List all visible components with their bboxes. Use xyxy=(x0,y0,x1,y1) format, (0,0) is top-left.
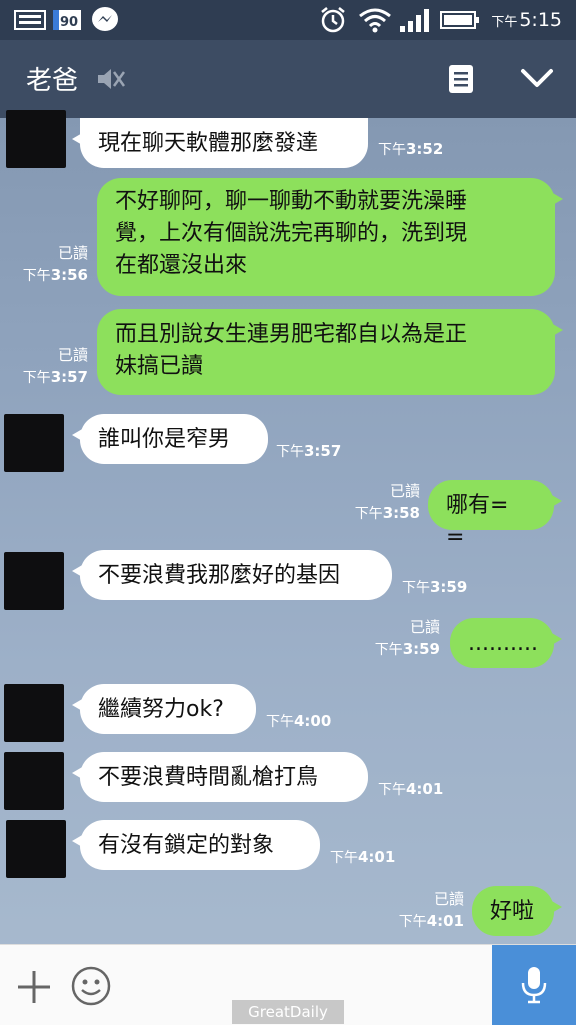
message-line: 在都還沒出來 xyxy=(115,253,248,278)
plus-icon[interactable] xyxy=(16,969,52,1009)
message-meta: 已讀 下午3:57 xyxy=(14,344,88,389)
message-meta: 下午3:52 xyxy=(378,140,444,158)
messenger-icon xyxy=(90,6,120,38)
incoming-message[interactable]: 不要浪費時間亂槍打鳥 xyxy=(72,752,368,802)
message-meta: 已讀 下午3:59 xyxy=(360,616,440,661)
message-meta: 已讀 下午3:58 xyxy=(340,480,420,525)
message-meta: 下午3:59 xyxy=(402,578,468,596)
message-text: 有沒有鎖定的對象 xyxy=(98,833,275,858)
outgoing-message[interactable]: 好啦 xyxy=(472,886,562,936)
app-badge: 90 xyxy=(52,9,82,35)
message-meta: 下午3:57 xyxy=(276,442,342,460)
message-line: 不好聊阿，聊一聊動不動就要洗澡睡 xyxy=(115,189,468,214)
incoming-message[interactable]: 誰叫你是窄男 xyxy=(72,414,268,464)
message-meta: 已讀 下午3:56 xyxy=(14,242,88,287)
message-meta: 下午4:01 xyxy=(330,848,396,866)
message-meta: 已讀 下午4:01 xyxy=(384,888,464,933)
message-meta: 下午4:00 xyxy=(266,712,332,730)
message-meta: 下午4:01 xyxy=(378,780,444,798)
read-receipt: 已讀 xyxy=(57,346,88,364)
incoming-message[interactable]: 不要浪費我那麼好的基因 xyxy=(72,550,392,600)
alarm-icon xyxy=(318,6,348,38)
chat-header: 老爸 xyxy=(0,40,576,118)
wifi-icon xyxy=(358,6,392,38)
message-text: 繼續努力ok? xyxy=(98,697,224,722)
outgoing-message[interactable]: 不好聊阿，聊一聊動不動就要洗澡睡 覺，上次有個說洗完再聊的，洗到現 在都還沒出來 xyxy=(97,178,563,296)
message-line: 妹搞已讀 xyxy=(115,354,204,379)
message-text: 好啦 xyxy=(490,899,535,924)
avatar[interactable] xyxy=(4,552,64,610)
avatar[interactable] xyxy=(6,820,66,878)
mic-button[interactable] xyxy=(492,945,576,1025)
message-text: 不要浪費我那麼好的基因 xyxy=(98,563,341,588)
outgoing-message[interactable]: .......... xyxy=(450,618,562,668)
status-time: 下午 5:15 xyxy=(491,9,562,31)
signal-icon xyxy=(398,6,432,38)
badge-number: 90 xyxy=(60,15,78,30)
avatar[interactable] xyxy=(4,684,64,742)
outgoing-message[interactable]: 而且別說女生連男肥宅都自以為是正 妹搞已讀 xyxy=(97,309,563,395)
menu-icon[interactable] xyxy=(448,64,474,98)
message-text: .......... xyxy=(468,631,538,656)
message-text: 不要浪費時間亂槍打鳥 xyxy=(98,765,319,790)
message-line: 覺，上次有個說洗完再聊的，洗到現 xyxy=(115,221,468,246)
status-bar: 90 下午 5:15 xyxy=(0,0,576,40)
avatar[interactable] xyxy=(6,110,66,168)
battery-icon xyxy=(440,10,480,34)
incoming-message[interactable]: 現在聊天軟體那麼發達 xyxy=(72,118,368,168)
avatar[interactable] xyxy=(4,752,64,810)
chevron-down-icon[interactable] xyxy=(520,66,554,94)
mic-icon xyxy=(521,967,547,1004)
read-receipt: 已讀 xyxy=(389,482,420,500)
read-receipt: 已讀 xyxy=(57,244,88,262)
message-text: 現在聊天軟體那麼發達 xyxy=(98,131,319,156)
message-text: 哪有= = xyxy=(446,493,531,550)
chat-area[interactable]: 現在聊天軟體那麼發達 下午3:52 已讀 下午3:56 不好聊阿，聊一聊動不動就… xyxy=(0,110,576,944)
message-line: 而且別說女生連男肥宅都自以為是正 xyxy=(115,322,468,347)
incoming-message[interactable]: 有沒有鎖定的對象 xyxy=(72,820,320,870)
incoming-message[interactable]: 繼續努力ok? xyxy=(72,684,256,734)
read-receipt: 已讀 xyxy=(433,890,464,908)
outgoing-message[interactable]: 哪有= = xyxy=(428,480,562,550)
mute-icon xyxy=(95,66,126,96)
emoji-icon[interactable] xyxy=(70,965,112,1011)
read-receipt: 已讀 xyxy=(409,618,440,636)
avatar[interactable] xyxy=(4,414,64,472)
watermark: GreatDaily xyxy=(232,1000,344,1024)
chat-title[interactable]: 老爸 xyxy=(26,60,78,97)
keyboard-icon xyxy=(14,10,46,34)
message-text: 誰叫你是窄男 xyxy=(98,427,231,452)
